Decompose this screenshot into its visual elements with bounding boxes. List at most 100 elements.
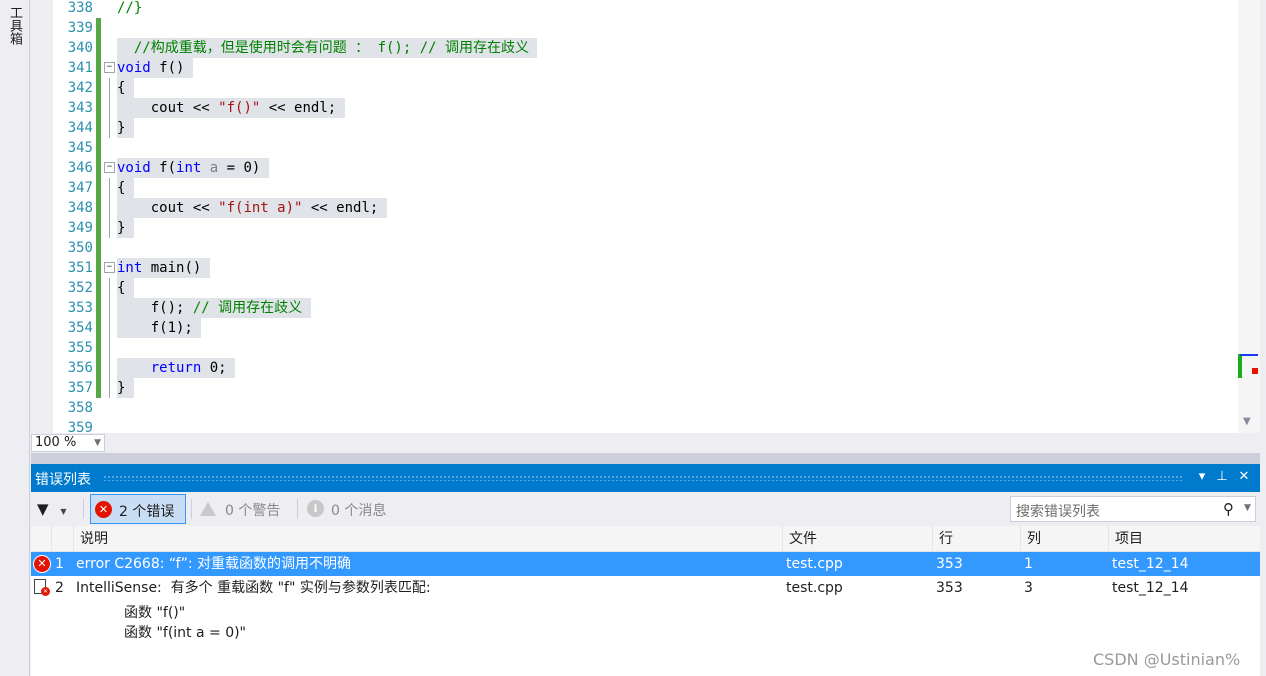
- change-indicator: [96, 118, 101, 138]
- error-icon: ✕: [95, 501, 112, 518]
- fold-guide: [109, 98, 110, 118]
- code-line[interactable]: 341− void f(): [53, 58, 1238, 78]
- search-icon[interactable]: ⚲: [1223, 500, 1234, 518]
- toolbar-separator: [297, 499, 298, 519]
- fold-guide: [109, 198, 110, 218]
- change-indicator: [96, 58, 101, 78]
- code-line[interactable]: 347 {: [53, 178, 1238, 198]
- row-file: test.cpp: [786, 556, 843, 572]
- change-indicator: [96, 338, 101, 358]
- collapse-icon[interactable]: −: [104, 62, 115, 73]
- line-number: 338: [67, 0, 93, 16]
- line-number: 341: [67, 60, 93, 76]
- change-indicator: [96, 198, 101, 218]
- zoom-select[interactable]: 100 % ▼: [31, 434, 105, 452]
- table-row[interactable]: ✕ 2 IntelliSense: 有多个 重载函数 "f" 实例与参数列表匹配…: [31, 576, 1260, 600]
- error-icon: ✕: [41, 587, 50, 596]
- table-row[interactable]: ✕ 1 error C2668: “f”: 对重载函数的调用不明确 test.c…: [31, 552, 1260, 576]
- code-line[interactable]: 357}: [53, 378, 1238, 398]
- change-indicator: [96, 378, 101, 398]
- column-header-icon[interactable]: [31, 526, 51, 552]
- line-number: 350: [67, 240, 93, 256]
- column-header-line[interactable]: 行: [932, 526, 1020, 552]
- code-line[interactable]: 338 //}: [53, 0, 1238, 18]
- warnings-count-label: 0 个警告: [225, 503, 281, 519]
- code-line[interactable]: 340 //构成重载，但是使用时会有问题 ： f(); // 调用存在歧义: [53, 38, 1238, 58]
- errors-count-label: 2 个错误: [119, 504, 175, 520]
- toolbox-tab[interactable]: 工具箱: [4, 6, 24, 58]
- chevron-down-icon[interactable]: ▼: [1244, 503, 1251, 513]
- panel-splitter[interactable]: [31, 453, 1260, 464]
- code-text: {: [117, 78, 134, 98]
- code-line[interactable]: 350: [53, 238, 1238, 258]
- column-header-file[interactable]: 文件: [782, 526, 932, 552]
- close-icon[interactable]: ✕: [1236, 468, 1252, 486]
- code-text: void f(int a = 0): [117, 158, 269, 178]
- change-indicator: [96, 278, 101, 298]
- filter-button[interactable]: ▼ ▼: [37, 498, 77, 520]
- code-text: f(); // 调用存在歧义: [117, 298, 311, 318]
- code-line[interactable]: 354 f(1);: [53, 318, 1238, 338]
- error-table: 说明 文件 行 列 项目 ✕ 1 error C2668: “f”: 对重载函数…: [31, 526, 1260, 676]
- code-line[interactable]: 352 {: [53, 278, 1238, 298]
- change-indicator: [96, 138, 101, 158]
- fold-guide: [109, 298, 110, 318]
- change-indicator: [96, 298, 101, 318]
- row-index: 1: [55, 556, 64, 572]
- code-line[interactable]: 351− int main(): [53, 258, 1238, 278]
- change-indicator: [96, 38, 101, 58]
- line-number: 344: [67, 120, 93, 136]
- error-list-title: 错误列表: [35, 472, 91, 488]
- code-line[interactable]: 342 {: [53, 78, 1238, 98]
- code-line[interactable]: 359: [53, 418, 1238, 433]
- code-line[interactable]: 356 return 0;: [53, 358, 1238, 378]
- code-line[interactable]: 345: [53, 138, 1238, 158]
- error-list-toolbar: ▼ ▼ ✕ 2 个错误 0 个警告 i 0 个消息 搜索错误列表 ⚲ ▼: [31, 492, 1260, 526]
- scroll-position-marker: [1240, 354, 1258, 356]
- code-line[interactable]: 343 cout << "f()" << endl;: [53, 98, 1238, 118]
- code-line[interactable]: 353 f(); // 调用存在歧义: [53, 298, 1238, 318]
- code-line[interactable]: 344}: [53, 118, 1238, 138]
- scroll-down-arrow-icon[interactable]: ▼: [1243, 416, 1251, 427]
- line-number: 340: [67, 40, 93, 56]
- code-line[interactable]: 349}: [53, 218, 1238, 238]
- change-indicator: [96, 258, 101, 278]
- code-text: }: [117, 378, 134, 398]
- code-line[interactable]: 339: [53, 18, 1238, 38]
- column-header-project[interactable]: 项目: [1108, 526, 1260, 552]
- line-number: 359: [67, 420, 93, 433]
- watermark: CSDN @Ustinian%: [1093, 650, 1241, 669]
- change-indicator: [96, 158, 101, 178]
- change-indicator: [96, 78, 101, 98]
- code-text: }: [117, 218, 134, 238]
- row-line: 353: [936, 556, 963, 572]
- code-line[interactable]: 346− void f(int a = 0): [53, 158, 1238, 178]
- column-header-column[interactable]: 列: [1020, 526, 1108, 552]
- code-line[interactable]: 348 cout << "f(int a)" << endl;: [53, 198, 1238, 218]
- chevron-down-icon: ▼: [60, 507, 67, 516]
- code-line[interactable]: 355: [53, 338, 1238, 358]
- dropdown-icon[interactable]: ▾: [1194, 468, 1210, 486]
- search-input[interactable]: 搜索错误列表 ⚲ ▼: [1010, 496, 1256, 522]
- code-line[interactable]: 358: [53, 398, 1238, 418]
- change-indicator: [96, 18, 101, 38]
- code-editor[interactable]: 338 //} 339 340 //构成重载，但是使用时会有问题 ： f(); /…: [31, 0, 1260, 433]
- line-number: 351: [67, 260, 93, 276]
- info-icon: i: [307, 500, 324, 517]
- editor-vertical-scrollbar[interactable]: ▼: [1238, 0, 1260, 433]
- errors-filter-toggle[interactable]: ✕ 2 个错误: [90, 494, 186, 524]
- code-text: int main(): [117, 258, 210, 278]
- collapse-icon[interactable]: −: [104, 262, 115, 273]
- collapse-icon[interactable]: −: [104, 162, 115, 173]
- titlebar-grip[interactable]: [103, 475, 1183, 481]
- line-number: 339: [67, 20, 93, 36]
- pin-icon[interactable]: ⊥: [1214, 468, 1230, 486]
- column-header-index[interactable]: [51, 526, 73, 552]
- column-header-description[interactable]: 说明: [73, 526, 783, 552]
- warning-icon: [200, 502, 216, 516]
